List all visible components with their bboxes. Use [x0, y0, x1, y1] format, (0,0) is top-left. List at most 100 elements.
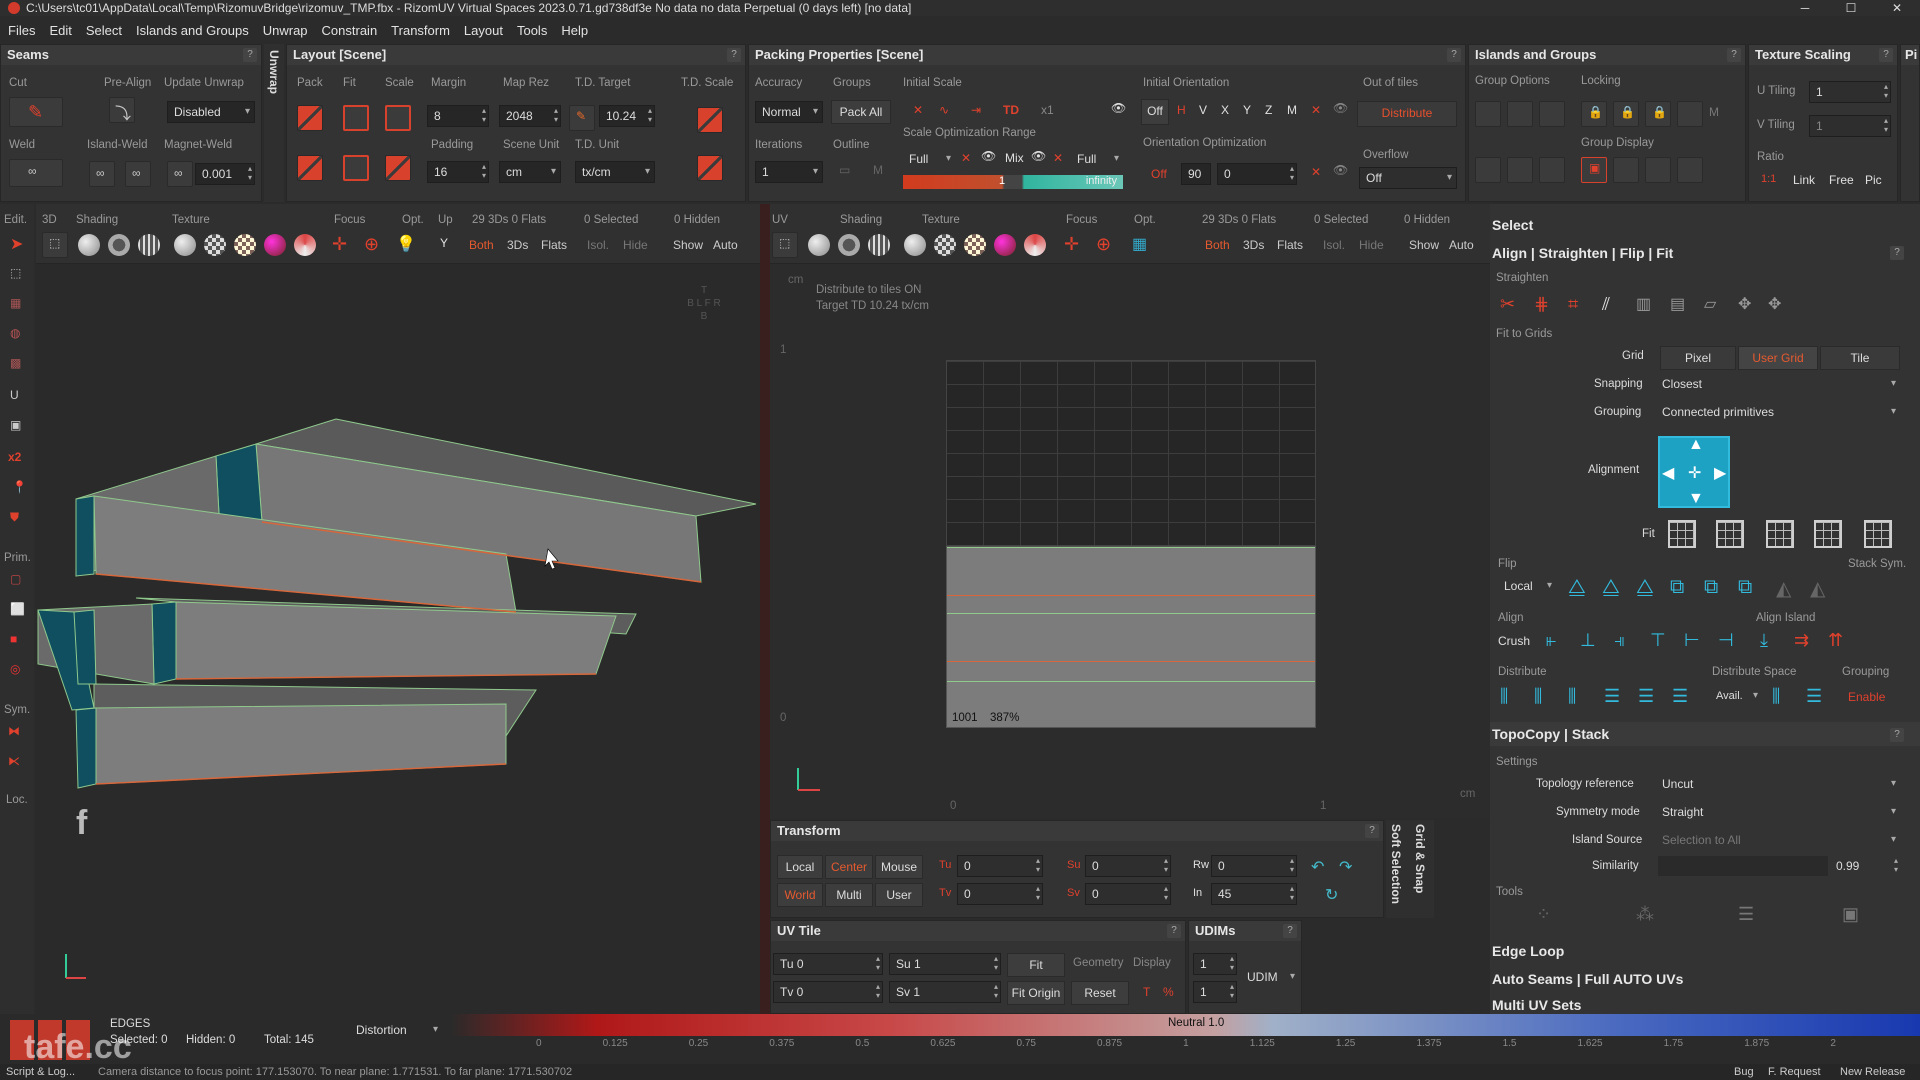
uv-show-button[interactable]: Show	[1404, 234, 1444, 256]
transform-local-button[interactable]: Local	[777, 855, 823, 879]
align-island-a-icon[interactable]: ⤓	[1760, 630, 1768, 651]
straighten-pin2-icon[interactable]: ✥	[1768, 294, 1781, 314]
scale-range-bar[interactable]: 1 infinity	[903, 175, 1123, 189]
topocopy-title[interactable]: TopoCopy | Stack	[1492, 723, 1609, 745]
udims-help-button[interactable]: ?	[1283, 924, 1297, 938]
menu-layout[interactable]: Layout	[464, 20, 503, 42]
distribute-hr-icon[interactable]: ⫼	[1568, 686, 1576, 707]
topocopy-help-button[interactable]: ?	[1890, 728, 1904, 742]
sv-input[interactable]: 0	[1085, 883, 1171, 905]
v-tiling-input[interactable]: 1	[1809, 115, 1891, 137]
orient-opt-eye-icon[interactable]: 👁	[1333, 163, 1348, 177]
td-target-input[interactable]: 10.24	[599, 105, 655, 127]
prim-face-icon[interactable]: ■	[4, 630, 30, 654]
menu-transform[interactable]: Transform	[391, 20, 450, 42]
shading-solid-icon[interactable]	[78, 234, 100, 256]
x2-icon[interactable]: x2	[4, 448, 30, 472]
scale-options-button[interactable]	[385, 155, 411, 181]
group-display-c-button[interactable]	[1645, 157, 1671, 183]
group-button[interactable]	[1475, 101, 1501, 127]
align-top-bar-icon[interactable]: ⊤	[1650, 630, 1666, 651]
pack-all-button[interactable]: Pack All	[831, 100, 891, 124]
flip-v-icon[interactable]: ⧋	[1602, 576, 1620, 599]
ratio-pic-button[interactable]: Pic	[1865, 173, 1882, 187]
script-log-button[interactable]: Script & Log...	[6, 1064, 75, 1080]
group-display-d-button[interactable]	[1677, 157, 1703, 183]
pack-button[interactable]	[297, 105, 323, 131]
align-middle-bar-icon[interactable]: ⊢	[1684, 630, 1700, 651]
tv-input[interactable]: 0	[957, 883, 1043, 905]
uv-filter-flats[interactable]: Flats	[1272, 234, 1308, 256]
tu-input[interactable]: 0	[957, 855, 1043, 877]
auto-button[interactable]: Auto	[708, 234, 743, 256]
prim-island-icon[interactable]: ◎	[4, 660, 30, 684]
uv-tile-fit-origin-button[interactable]: Fit Origin	[1007, 981, 1065, 1005]
align-left-icon[interactable]: ◀	[1662, 463, 1674, 483]
stack-sym-a-icon[interactable]: ◭	[1776, 576, 1791, 601]
hide-button[interactable]: Hide	[618, 234, 653, 256]
uv-tile-su-input[interactable]: Su 1	[889, 953, 1001, 975]
initial-scale-arrow-icon[interactable]: ⇥	[971, 103, 981, 117]
flip-uv-icon[interactable]: ⧋	[1636, 576, 1654, 599]
align-center-bar-icon[interactable]: ⊥	[1580, 630, 1596, 651]
flip-u-icon[interactable]: ⧋	[1568, 576, 1586, 599]
island-source-dropdown[interactable]: Selection to All	[1656, 830, 1900, 852]
filter-flats[interactable]: Flats	[536, 234, 572, 256]
select-tool-icon[interactable]: ➤	[4, 232, 30, 256]
texture-stretch-icon[interactable]	[294, 234, 316, 256]
initial-scale-reset-icon[interactable]: ✕	[913, 103, 923, 117]
lock-all-button[interactable]: 🔒	[1645, 101, 1671, 127]
rw-input[interactable]: 0	[1211, 855, 1297, 877]
seams-help-button[interactable]: ?	[243, 48, 257, 62]
in-input[interactable]: 45	[1211, 883, 1297, 905]
transform-help-button[interactable]: ?	[1365, 824, 1379, 838]
uv-tile-pct-toggle[interactable]: %	[1163, 985, 1174, 999]
fit-grid-v-icon[interactable]	[1766, 520, 1794, 548]
lock-invert-button[interactable]	[1677, 101, 1703, 127]
crush-button[interactable]: Crush	[1498, 634, 1530, 648]
orient-m[interactable]: M	[1287, 103, 1297, 117]
grid-user-grid-button[interactable]: User Grid	[1738, 346, 1818, 370]
box-select-icon[interactable]: ⬚	[4, 264, 30, 288]
initial-scale-eye-icon[interactable]: 👁	[1111, 101, 1126, 115]
tool-b-icon[interactable]: ⁂	[1636, 904, 1654, 925]
filter-both[interactable]: Both	[464, 234, 499, 256]
scale-range-eye2-icon[interactable]: 👁	[1031, 149, 1046, 163]
snapping-dropdown[interactable]: Closest	[1656, 374, 1900, 396]
orient-opt-clear-icon[interactable]: ✕	[1311, 165, 1321, 179]
padding-input[interactable]: 16	[427, 161, 489, 183]
scale-range-eye-icon[interactable]: 👁	[981, 149, 996, 163]
scale-range-x-icon[interactable]: ✕	[961, 151, 971, 165]
distribute-hc-icon[interactable]: ⫼	[1534, 686, 1542, 707]
distribute-vc-icon[interactable]: ☰	[1638, 686, 1654, 707]
viewport-uv[interactable]: cm Distribute to tiles ON Target TD 10.2…	[770, 264, 1490, 818]
transform-multi-button[interactable]: Multi	[825, 883, 873, 907]
multi-uv-section[interactable]: Multi UV Sets	[1492, 994, 1581, 1014]
shading-wire-icon[interactable]	[108, 234, 130, 256]
distribute-button[interactable]: Distribute	[1357, 101, 1457, 127]
uv-shading-lines-icon[interactable]	[868, 234, 890, 256]
texture-distortion-icon[interactable]	[264, 234, 286, 256]
grouping-dropdown[interactable]: Connected primitives	[1656, 402, 1900, 424]
menu-help[interactable]: Help	[561, 20, 588, 42]
similarity-input[interactable]: 0.99	[1830, 856, 1900, 878]
uv-tile-t-toggle[interactable]: T	[1143, 985, 1150, 999]
flip-local-v-icon[interactable]: ⧉	[1704, 576, 1718, 599]
grid-snap-tab[interactable]: Grid & Snap	[1408, 820, 1434, 918]
distribute-v-icon[interactable]: ☰	[1604, 686, 1620, 707]
locking-m[interactable]: M	[1709, 105, 1719, 119]
prim-vertex-icon[interactable]: ▢	[4, 570, 30, 594]
island-weld-button[interactable]: ∞	[89, 161, 115, 187]
orient-off-button[interactable]: Off	[1141, 99, 1169, 125]
fit-button[interactable]	[343, 105, 369, 131]
rotate-ccw-icon[interactable]: ↶	[1311, 857, 1324, 877]
transform-mouse-button[interactable]: Mouse	[875, 855, 923, 879]
texture-checker-red-icon[interactable]	[234, 234, 256, 256]
focus-selection-icon[interactable]: ⊕	[364, 234, 379, 255]
grid-pixel-button[interactable]: Pixel	[1660, 346, 1736, 370]
initial-scale-td-icon[interactable]: TD	[1003, 103, 1019, 117]
transform-user-button[interactable]: User	[875, 883, 923, 907]
symmetry-mode-dropdown[interactable]: Straight	[1656, 802, 1900, 824]
texture-checker-icon[interactable]	[204, 234, 226, 256]
tool-a-icon[interactable]: ⁘	[1536, 904, 1551, 925]
